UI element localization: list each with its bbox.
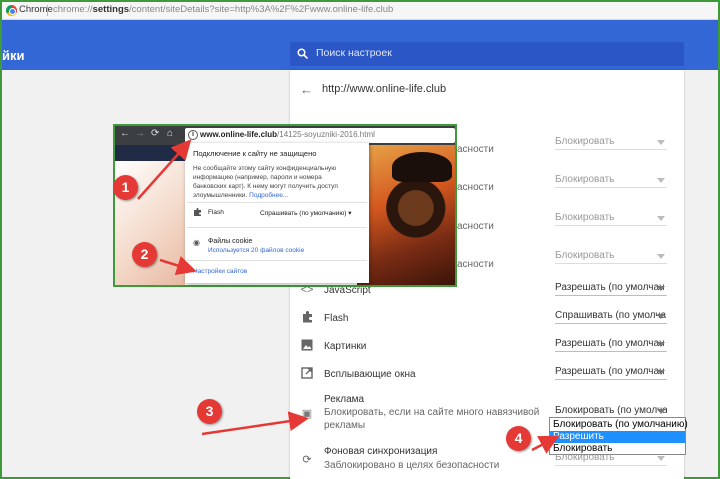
arrow-4	[531, 435, 560, 454]
arrow-1	[137, 139, 192, 200]
step-badge-1: 1	[113, 175, 138, 200]
step-badge-2: 2	[132, 242, 157, 267]
arrow-2	[159, 255, 197, 276]
step-badge-3: 3	[197, 399, 222, 424]
annotation-arrows	[137, 139, 560, 454]
step-badge-4: 4	[506, 426, 531, 451]
